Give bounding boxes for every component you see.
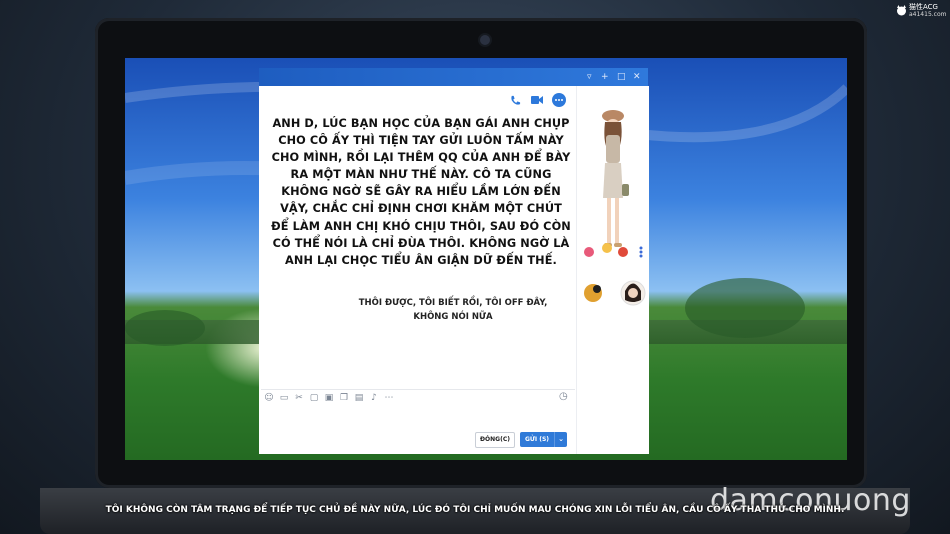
scissors-icon[interactable]: ✂ [293,392,305,404]
calendar-icon[interactable]: ▤ [353,392,365,404]
video-icon[interactable] [530,93,544,107]
subtitle: TÔI KHÔNG CÒN TÂM TRẠNG ĐỂ TIẾP TỤC CHỦ … [105,505,845,515]
message-input[interactable] [262,406,572,430]
message-area: ANH D, LÚC BẠN HỌC CỦA BẠN GÁI ANH CHỤP … [270,115,572,269]
pin-icon[interactable]: + [601,68,609,86]
chevron-down-icon[interactable]: ⌄ [554,432,567,447]
send-button[interactable]: GỬI (S) ⌄ [520,432,567,447]
phone-icon[interactable] [508,93,522,107]
logo-site: a41415.com [909,11,947,18]
copy-icon[interactable]: ❐ [338,392,350,404]
webcam [480,35,490,45]
corner-logo: 猫性ACG a41415.com [896,3,948,19]
outgoing-message: THÔI ĐƯỢC, TÔI BIẾT RỒI, TÔI OFF ĐÂY, KH… [358,298,548,322]
close-button[interactable]: ĐÓNG(C) [475,432,515,448]
cat-logo-icon [897,5,906,16]
maximize-icon[interactable]: □ [617,68,626,86]
contact-avatar-figure [584,110,646,306]
image-icon[interactable]: ▣ [323,392,335,404]
clock-icon[interactable]: ◷ [559,391,568,402]
emoji-icon[interactable]: ☺ [263,392,275,404]
send-button-label: GỬI (S) [524,436,550,443]
more-icon[interactable]: ⋯ [383,392,395,404]
folder-icon[interactable]: ▢ [308,392,320,404]
music-icon[interactable]: ♪ [368,392,380,404]
more-icon[interactable] [552,93,566,107]
close-icon[interactable]: ✕ [633,68,641,86]
logo-brand: 猫性ACG [909,3,938,11]
gif-icon[interactable]: ▭ [278,392,290,404]
incoming-message: ANH D, LÚC BẠN HỌC CỦA BẠN GÁI ANH CHỤP … [271,117,571,267]
contact-sidebar [576,86,649,454]
minimize-icon[interactable]: ▿ [587,68,592,86]
input-toolbar: ☺ ▭ ✂ ▢ ▣ ❐ ▤ ♪ ⋯ [261,389,575,406]
